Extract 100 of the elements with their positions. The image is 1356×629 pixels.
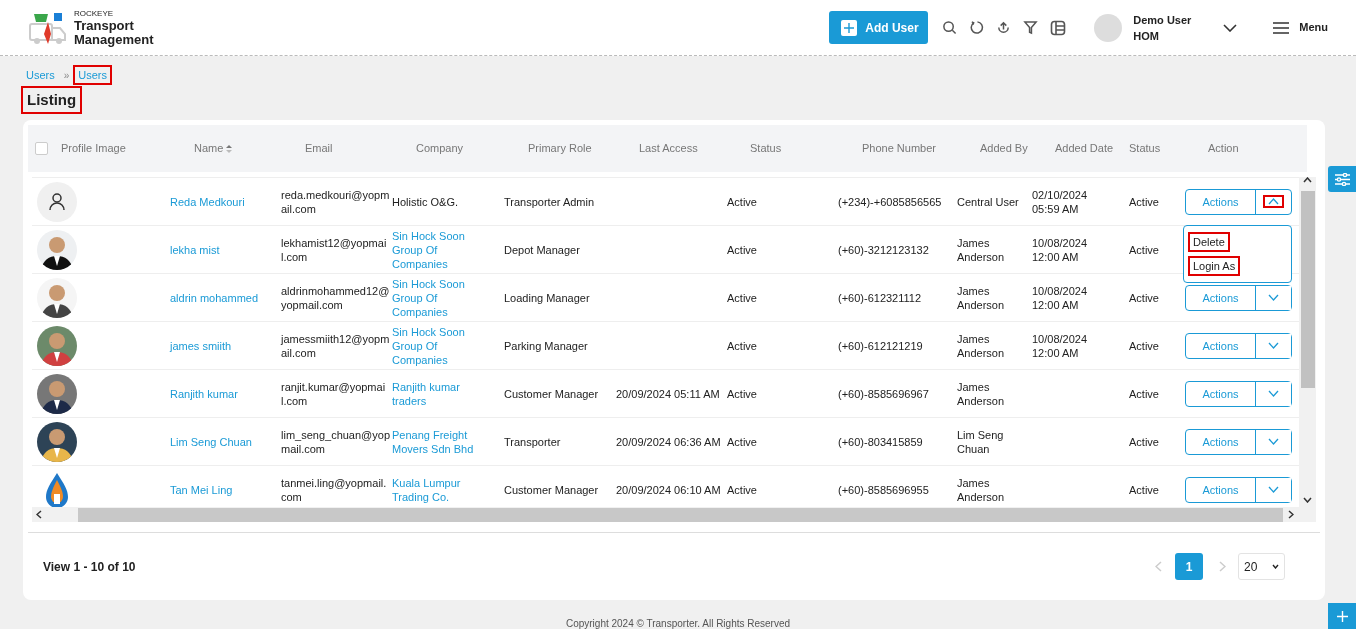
menu-item[interactable]: Login As <box>1190 257 1239 274</box>
table-cell: (+234)-+6085856565 <box>838 195 942 208</box>
table-cell: Active <box>1129 243 1159 256</box>
table-cell-text: James Anderson <box>957 283 1006 312</box>
company-link[interactable]: Sin Hock Soon Group Of Companies <box>392 276 480 319</box>
pagination-summary: View 1 - 10 of 10 <box>43 558 136 576</box>
table-cell: Active <box>727 387 757 400</box>
scroll-up-icon[interactable] <box>1303 177 1312 183</box>
table-cell: Loading Manager <box>504 291 590 304</box>
breadcrumb-link[interactable]: Users <box>23 66 58 84</box>
table-cell: Active <box>1129 291 1159 304</box>
refresh-icon[interactable] <box>969 20 985 35</box>
table-cell: (+60)-8585696967 <box>838 387 929 400</box>
table-cell-text: 02/10/2024 05:59 AM <box>1032 187 1089 216</box>
plus-icon <box>1336 610 1348 622</box>
table-cell-text: lekhamist12@yopmail.com <box>281 235 388 264</box>
table-cell: Transporter <box>504 435 561 448</box>
page-button[interactable]: 1 <box>1175 553 1203 580</box>
breadcrumb-separator: » <box>63 68 70 83</box>
scrollbar-thumb[interactable] <box>1300 191 1315 388</box>
table-cell-text: tanmei.ling@yopmail.com <box>281 475 388 504</box>
table-cell-text: James Anderson <box>957 475 1006 504</box>
company-link[interactable]: Sin Hock Soon Group Of Companies <box>392 324 480 367</box>
previous-page-icon[interactable] <box>1155 561 1162 572</box>
menu-item[interactable]: Delete <box>1190 233 1228 250</box>
user-name-link[interactable]: james smiith <box>170 339 232 352</box>
table-cell: (+60)-803415859 <box>838 435 923 448</box>
table-cell: Active <box>1129 339 1159 352</box>
plus-icon <box>841 19 858 36</box>
column-header: Phone Number <box>862 141 936 157</box>
table-cell: (+60)-8585696955 <box>838 483 929 496</box>
vertical-scrollbar[interactable] <box>1299 177 1316 507</box>
add-floating-button[interactable] <box>1328 603 1356 629</box>
user-name-link[interactable]: Ranjith kumar <box>170 387 238 400</box>
columns-icon[interactable] <box>1050 19 1067 36</box>
table-cell: Active <box>727 339 757 352</box>
settings-tab[interactable] <box>1328 166 1356 192</box>
column-header: Action <box>1208 141 1239 157</box>
scroll-right-icon[interactable] <box>1288 510 1294 519</box>
filter-icon[interactable] <box>1023 20 1039 35</box>
column-header: Email <box>305 141 333 157</box>
table-cell: aldrinmohammed12@yopmail.com <box>281 283 390 312</box>
company-link[interactable]: Kuala Lumpur Trading Co. <box>392 475 480 504</box>
menu-label[interactable]: Menu <box>1299 19 1328 36</box>
app-title: Transport <box>74 18 135 33</box>
table-cell: Transporter Admin <box>504 195 595 208</box>
search-icon[interactable] <box>942 20 958 35</box>
user-role: HOM <box>1133 28 1160 44</box>
column-header: Company <box>416 141 464 157</box>
page-size-select[interactable]: 20 <box>1238 553 1285 580</box>
column-header[interactable]: Name <box>194 140 224 157</box>
table-cell: (+60)-612321112 <box>838 291 922 304</box>
column-header: Last Access <box>639 141 698 157</box>
column-header: Status <box>1129 141 1161 157</box>
table-cell-text: James Anderson <box>957 331 1006 360</box>
add-user-button[interactable]: Add User <box>829 11 929 44</box>
table-cell: Customer Manager <box>504 483 599 496</box>
scroll-left-icon[interactable] <box>36 510 42 519</box>
table-cell-text: ranjit.kumar@yopmail.com <box>281 379 387 408</box>
brand-label: ROCKEYE <box>74 8 115 19</box>
column-header: Status <box>750 141 782 157</box>
user-name-link[interactable]: Lim Seng Chuan <box>170 435 252 448</box>
table-cell-text: 10/08/2024 12:00 AM <box>1032 283 1089 312</box>
user-name-link[interactable]: Tan Mei Ling <box>170 483 233 496</box>
user-name-link[interactable]: lekha mist <box>170 243 220 256</box>
table-cell-text: Holistic O&G. <box>392 194 459 209</box>
user-name-link[interactable]: aldrin mohammed <box>170 291 259 304</box>
menu-icon[interactable] <box>1273 21 1290 34</box>
table-cell: jamessmiith12@yopmail.com <box>281 331 390 360</box>
table-cell-text: 20/09/2024 05:11 AM <box>616 386 721 401</box>
chevron-down-icon[interactable] <box>1223 23 1238 32</box>
user-name-link[interactable]: Reda Medkouri <box>170 195 245 208</box>
upload-icon[interactable] <box>996 20 1012 35</box>
table-cell: Active <box>727 243 757 256</box>
table-cell: (+60)-3212123132 <box>838 243 929 256</box>
column-header: Added Date <box>1055 141 1114 157</box>
scroll-down-icon[interactable] <box>1303 497 1312 503</box>
company-link[interactable]: Ranjith kumar traders <box>392 379 480 408</box>
table-cell-text: Lim Seng Chuan <box>957 427 1005 456</box>
table-cell-text: 20/09/2024 06:36 AM <box>616 434 722 449</box>
company-link[interactable]: Sin Hock Soon Group Of Companies <box>392 228 480 271</box>
copyright-text: Copyright 2024 © Transporter. All Rights Reserved <box>565 618 791 629</box>
table-cell: lim_seng_chuan@yopmail.com <box>281 427 390 456</box>
next-page-icon[interactable] <box>1219 561 1226 572</box>
table-cell: Active <box>1129 435 1159 448</box>
breadcrumb-link[interactable]: Users <box>75 66 111 84</box>
select-all-checkbox[interactable] <box>35 142 48 155</box>
table-cell-text: 10/08/2024 12:00 AM <box>1032 331 1089 360</box>
column-header: Primary Role <box>528 141 592 157</box>
table-cell-text: 10/08/2024 12:00 AM <box>1032 235 1089 264</box>
table-cell: Active <box>1129 387 1159 400</box>
page-title: Listing <box>23 87 81 113</box>
company-link[interactable]: Penang Freight Movers Sdn Bhd <box>392 427 480 456</box>
table-cell-text: James Anderson <box>957 235 1006 264</box>
sort-icon[interactable] <box>226 144 233 153</box>
chevron-down-icon[interactable] <box>1272 564 1279 569</box>
table-cell-text: James Anderson <box>957 379 1006 408</box>
table-cell: Active <box>1129 483 1159 496</box>
table-cell: Active <box>1129 195 1159 208</box>
table-cell-text: Central User <box>957 194 1020 209</box>
